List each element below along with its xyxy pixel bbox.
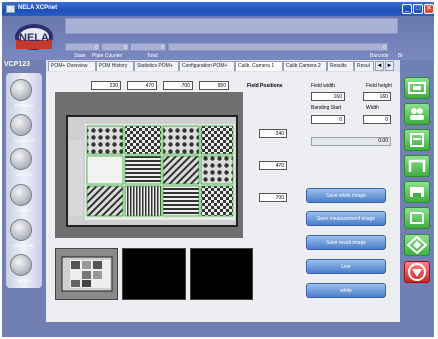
transfer-glyph <box>410 212 424 224</box>
frame-glyph <box>408 159 426 172</box>
field-position-row-3[interactable]: 700 <box>259 193 287 202</box>
sidebar-label-barcode: Barcode <box>15 172 33 177</box>
sidebar-label-overview: Overview <box>14 103 34 108</box>
panel-glyph <box>410 187 424 197</box>
close-button[interactable]: ✕ <box>424 4 434 14</box>
nav-diamond-glyph <box>406 235 428 255</box>
field-width-label: Field width <box>311 83 335 89</box>
calibration-target-image <box>66 115 238 227</box>
save-measurement-image-button[interactable]: Save measurement image <box>306 211 386 226</box>
camera-image <box>55 92 243 238</box>
sidebar-item-overview[interactable] <box>10 79 32 101</box>
frame-icon[interactable] <box>404 155 430 177</box>
banding-start-input[interactable]: 0 <box>311 115 345 124</box>
tab-calib-camera-2[interactable]: Calib Camera 2 <box>283 61 327 71</box>
live-button[interactable]: Live <box>306 259 386 274</box>
field-position-row-2[interactable]: 470 <box>259 161 287 170</box>
tab-next-arrow[interactable]: ► <box>385 61 394 71</box>
sidebar-item-pom[interactable] <box>10 184 32 206</box>
users-glyph <box>410 108 424 120</box>
stop-glyph <box>408 263 426 281</box>
barcode-label: Barcode <box>370 53 389 59</box>
stop-icon[interactable] <box>404 261 430 283</box>
width-label: Width <box>366 105 379 111</box>
thumbnail-1-image <box>56 249 117 299</box>
thumbnail-2[interactable] <box>122 248 186 300</box>
total-label: Total <box>147 53 158 59</box>
tab-results[interactable]: Results <box>327 61 354 71</box>
save-result-image-button[interactable]: Save result image <box>306 235 386 250</box>
barcode-field: 0 <box>168 43 388 51</box>
width-input[interactable]: 0 <box>363 115 391 124</box>
printer-icon[interactable] <box>404 129 430 151</box>
tab-calib-camera-1[interactable]: Calib. Camera 1 <box>235 61 283 71</box>
result-value: 0.00 <box>311 137 391 146</box>
state-field: 0 <box>65 43 100 51</box>
field-height-label: Field height <box>366 83 392 89</box>
top-position-1[interactable]: 230 <box>91 81 121 90</box>
maximize-button[interactable]: □ <box>413 4 423 14</box>
tab-pom-overview[interactable]: POM+ Overview <box>48 61 96 71</box>
header-display-top <box>65 18 398 34</box>
banding-start-label: Banding Start <box>311 105 342 111</box>
tab-prev-arrow[interactable]: ◄ <box>375 61 384 71</box>
tab-configuration-pom[interactable]: Configuration POM+ <box>179 61 235 71</box>
total-field: 0 <box>130 43 166 51</box>
br-label: Br <box>398 53 403 59</box>
save-white-image-button[interactable]: Save white image <box>306 188 386 203</box>
plate-counter-label: Plate Counter <box>92 53 123 59</box>
sidebar-label-mtec: M-Tec <box>17 278 31 283</box>
title-bar: NELA XCPnet _ □ ✕ <box>2 2 434 16</box>
printer-glyph <box>410 133 424 147</box>
thumbnail-3[interactable] <box>190 248 253 300</box>
sidebar-item-diagnostic[interactable] <box>10 219 32 241</box>
minimize-button[interactable]: _ <box>402 4 412 14</box>
thumbnail-1[interactable] <box>55 248 118 300</box>
sidebar-label-diagnostic: Diagnostic <box>13 243 35 248</box>
tab-pom-history[interactable]: POM History <box>96 61 134 71</box>
overview-glyph <box>408 82 426 94</box>
app-icon <box>6 5 15 13</box>
header: NELA 0 0 0 0 State Plate Counter Total B… <box>2 16 434 60</box>
sidebar-item-alignment[interactable] <box>10 114 32 136</box>
overview-icon[interactable] <box>404 77 430 99</box>
nela-logo: NELA <box>15 24 53 50</box>
top-position-3[interactable]: 700 <box>163 81 193 90</box>
white-button[interactable]: white <box>306 283 386 298</box>
logo-text: NELA <box>19 32 49 44</box>
field-height-input[interactable]: 160 <box>363 92 391 101</box>
top-position-2[interactable]: 470 <box>127 81 157 90</box>
nav-diamond-icon[interactable] <box>404 234 430 256</box>
sidebar-item-barcode[interactable] <box>10 148 32 170</box>
window-title: NELA XCPnet <box>18 5 58 11</box>
state-label: State <box>74 53 86 59</box>
tab-results-2[interactable]: Resul <box>354 61 374 71</box>
field-width-input[interactable]: 160 <box>311 92 345 101</box>
top-position-4[interactable]: 950 <box>199 81 229 90</box>
field-position-row-1[interactable]: 240 <box>259 129 287 138</box>
tab-statistics-pom[interactable]: Statistics POM+ <box>134 61 179 71</box>
sidebar-label-pom: POM+ <box>17 208 31 213</box>
sidebar-item-mtec[interactable] <box>10 254 32 276</box>
station-title: VCP123 <box>4 61 31 68</box>
field-positions-label: Field Positions <box>247 83 283 89</box>
users-icon[interactable] <box>404 103 430 125</box>
transfer-icon[interactable] <box>404 207 430 229</box>
panel-icon[interactable] <box>404 181 430 203</box>
plate-counter-field: 0 <box>101 43 129 51</box>
sidebar-label-alignment: Alignment <box>13 138 34 143</box>
bottom-bar <box>2 322 434 337</box>
